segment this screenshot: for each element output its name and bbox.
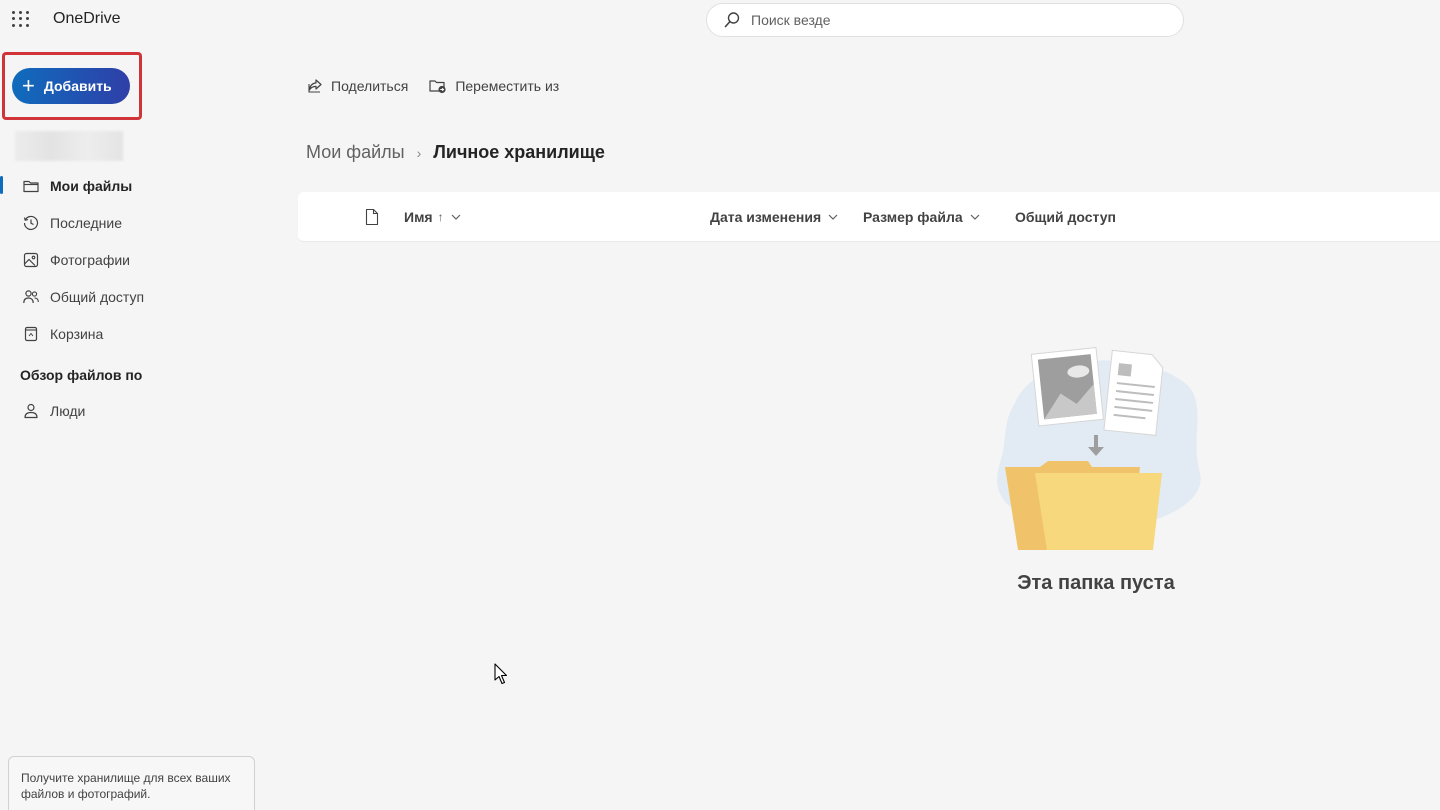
file-type-icon[interactable] xyxy=(364,208,380,226)
column-sharing-label: Общий доступ xyxy=(1015,209,1116,225)
browse-nav: Люди xyxy=(0,392,270,429)
sidebar: + Добавить Мои файлы Последние Фотографи… xyxy=(0,40,270,810)
chevron-down-icon xyxy=(970,214,980,220)
column-modified-label: Дата изменения xyxy=(710,209,822,225)
column-header-modified[interactable]: Дата изменения xyxy=(710,209,838,225)
top-bar: OneDrive xyxy=(0,0,1440,40)
sidebar-item-label: Фотографии xyxy=(50,251,131,268)
folder-move-icon xyxy=(429,80,446,94)
sidebar-nav: Мои файлы Последние Фотографии Общий дос… xyxy=(0,167,270,352)
app-launcher-icon[interactable] xyxy=(10,9,30,29)
sidebar-item-label: Мои файлы xyxy=(50,177,133,194)
chevron-down-icon xyxy=(828,214,838,220)
browse-section-title: Обзор файлов по xyxy=(20,367,143,383)
person-icon xyxy=(24,403,38,418)
add-button-label: Добавить xyxy=(43,78,112,94)
sidebar-item-label: Корзина xyxy=(50,325,104,342)
mouse-cursor-icon xyxy=(494,663,508,685)
search-input[interactable] xyxy=(751,12,1151,28)
sort-ascending-icon: ↑ xyxy=(437,210,444,224)
add-button[interactable]: + Добавить xyxy=(12,68,130,104)
sidebar-item-label: Последние xyxy=(50,214,123,231)
breadcrumb: Мои файлы › Личное хранилище xyxy=(306,142,605,163)
share-icon xyxy=(308,79,322,93)
sidebar-item-photos[interactable]: Фотографии xyxy=(0,241,270,278)
search-box[interactable] xyxy=(706,3,1184,37)
command-bar: Поделиться Переместить из xyxy=(306,75,579,97)
sidebar-item-shared[interactable]: Общий доступ xyxy=(0,278,270,315)
recycle-bin-icon xyxy=(24,326,38,341)
file-list-header: Имя ↑ Дата изменения Размер файла Общий … xyxy=(298,192,1440,242)
sidebar-item-people[interactable]: Люди xyxy=(0,392,270,429)
plus-icon: + xyxy=(22,73,35,98)
app-title[interactable]: OneDrive xyxy=(53,10,121,28)
chevron-right-icon: › xyxy=(416,144,422,161)
history-icon xyxy=(23,215,39,230)
breadcrumb-my-files[interactable]: Мои файлы xyxy=(306,142,405,163)
column-header-size[interactable]: Размер файла xyxy=(863,209,980,225)
move-from-button[interactable]: Переместить из xyxy=(428,77,559,95)
move-from-label: Переместить из xyxy=(455,78,560,94)
empty-folder-illustration xyxy=(997,346,1201,550)
storage-promo[interactable]: Получите хранилище для всех ваших файлов… xyxy=(8,756,255,810)
column-header-name[interactable]: Имя ↑ xyxy=(404,209,461,225)
sidebar-item-my-files[interactable]: Мои файлы xyxy=(0,167,270,204)
account-name-blurred xyxy=(15,131,123,161)
folder-icon xyxy=(23,180,39,192)
people-icon xyxy=(23,289,39,303)
breadcrumb-current: Личное хранилище xyxy=(433,142,605,162)
column-header-sharing[interactable]: Общий доступ xyxy=(1015,209,1116,225)
chevron-down-icon xyxy=(451,214,461,220)
sidebar-item-label: Люди xyxy=(50,402,86,419)
sidebar-item-recent[interactable]: Последние xyxy=(0,204,270,241)
share-label: Поделиться xyxy=(331,78,409,94)
empty-folder-message: Эта папка пуста xyxy=(1017,572,1175,594)
sidebar-item-recycle-bin[interactable]: Корзина xyxy=(0,315,270,352)
photo-icon xyxy=(23,252,39,267)
column-name-label: Имя xyxy=(404,209,433,225)
search-icon xyxy=(724,12,740,28)
share-button[interactable]: Поделиться xyxy=(306,77,408,95)
column-size-label: Размер файла xyxy=(863,209,963,225)
sidebar-item-label: Общий доступ xyxy=(50,288,145,305)
